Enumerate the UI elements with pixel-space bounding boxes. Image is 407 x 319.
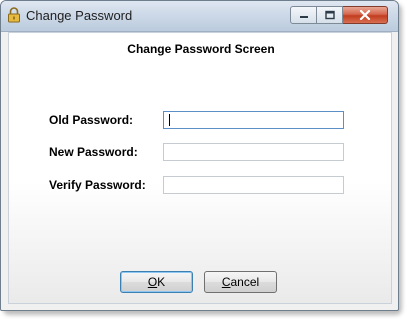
minimize-icon (299, 16, 308, 18)
new-password-field[interactable] (163, 143, 344, 161)
verify-password-label: Verify Password: (49, 178, 146, 192)
dialog-body: Change Password Screen Old Password: New… (8, 32, 392, 304)
old-password-label: Old Password: (49, 113, 134, 127)
new-password-label: New Password: (49, 145, 138, 159)
maximize-icon (324, 10, 335, 20)
cancel-label-rest: ancel (230, 275, 260, 289)
close-button[interactable] (343, 6, 388, 24)
verify-password-field[interactable] (163, 176, 344, 194)
close-icon (359, 10, 371, 20)
old-password-field[interactable] (163, 111, 344, 129)
change-password-dialog: Change Password Change Password Screen O… (0, 0, 399, 311)
minimize-button[interactable] (290, 6, 317, 24)
form-heading: Change Password Screen (127, 42, 275, 56)
window-title: Change Password (26, 8, 133, 23)
ok-label-rest: K (157, 275, 166, 289)
ok-button[interactable]: OK (120, 271, 193, 293)
ok-mnemonic: O (147, 275, 158, 289)
title-bar[interactable]: Change Password (1, 1, 398, 32)
lock-icon (7, 7, 21, 23)
text-caret (169, 114, 170, 126)
maximize-button[interactable] (317, 6, 343, 24)
cancel-button[interactable]: Cancel (204, 271, 277, 293)
